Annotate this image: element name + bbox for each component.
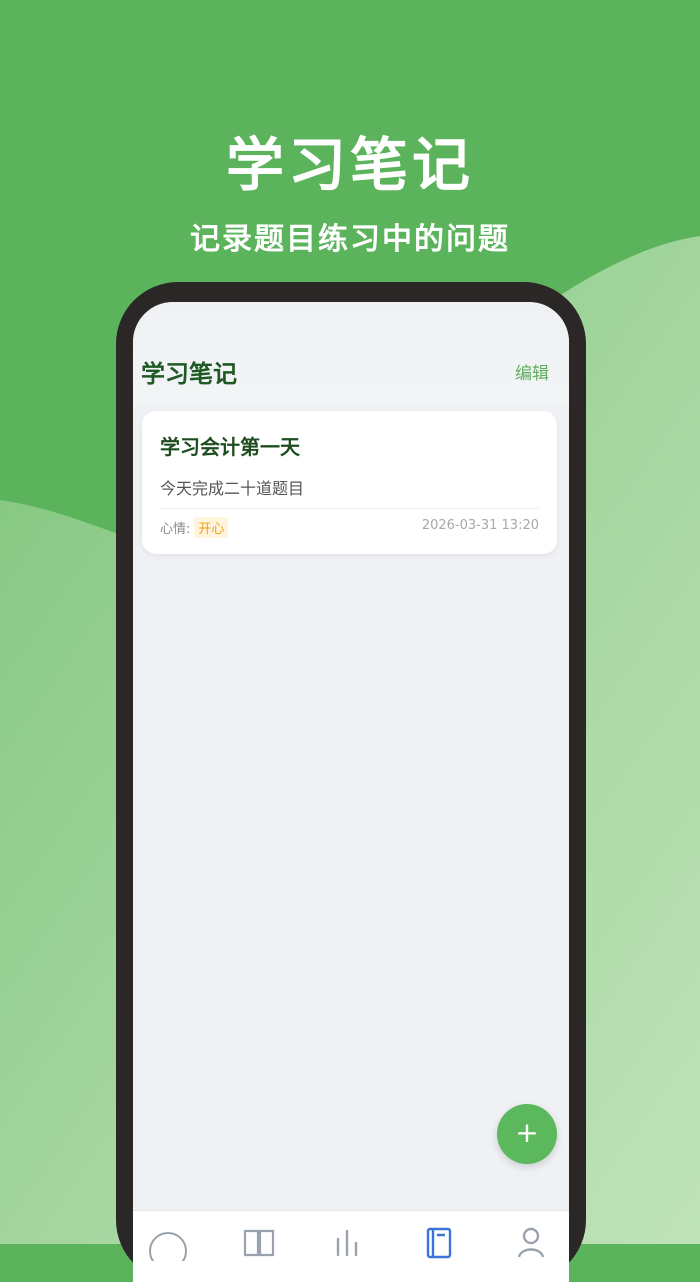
mood-label: 心情:	[160, 521, 191, 537]
user-icon	[517, 1227, 545, 1258]
notebook-icon	[426, 1227, 452, 1259]
page-title: 学习笔记	[141, 360, 237, 388]
home-icon	[149, 1232, 187, 1261]
note-date: 2026-03-31 13:20	[421, 518, 539, 533]
tab-profile[interactable]	[511, 1221, 551, 1261]
tab-home[interactable]	[148, 1221, 188, 1261]
note-divider	[160, 508, 539, 509]
mood-badge: 开心	[194, 516, 229, 538]
add-note-button[interactable]: +	[497, 1104, 557, 1164]
book-icon	[243, 1229, 275, 1257]
promo-title: 学习笔记	[225, 131, 474, 199]
edit-button[interactable]: 编辑	[515, 359, 549, 384]
app-header: 学习笔记 编辑	[133, 302, 569, 406]
tab-notes[interactable]	[419, 1221, 459, 1261]
note-content: 今天完成二十道题目	[160, 479, 305, 498]
note-card[interactable]: 学习会计第一天 今天完成二十道题目 心情: 开心 2026-03-31 13:2…	[142, 411, 557, 554]
phone-screen: 学习笔记 编辑 学习会计第一天 今天完成二十道题目 心情: 开心 2026-03…	[133, 302, 569, 1282]
mood-row: 心情: 开心	[160, 516, 229, 538]
promo-subtitle: 记录题目练习中的问题	[190, 222, 510, 257]
tab-bar	[133, 1210, 569, 1282]
tab-stats[interactable]	[327, 1221, 367, 1261]
note-title: 学习会计第一天	[160, 435, 300, 459]
tab-study[interactable]	[239, 1221, 279, 1261]
bar-chart-icon	[336, 1229, 358, 1257]
